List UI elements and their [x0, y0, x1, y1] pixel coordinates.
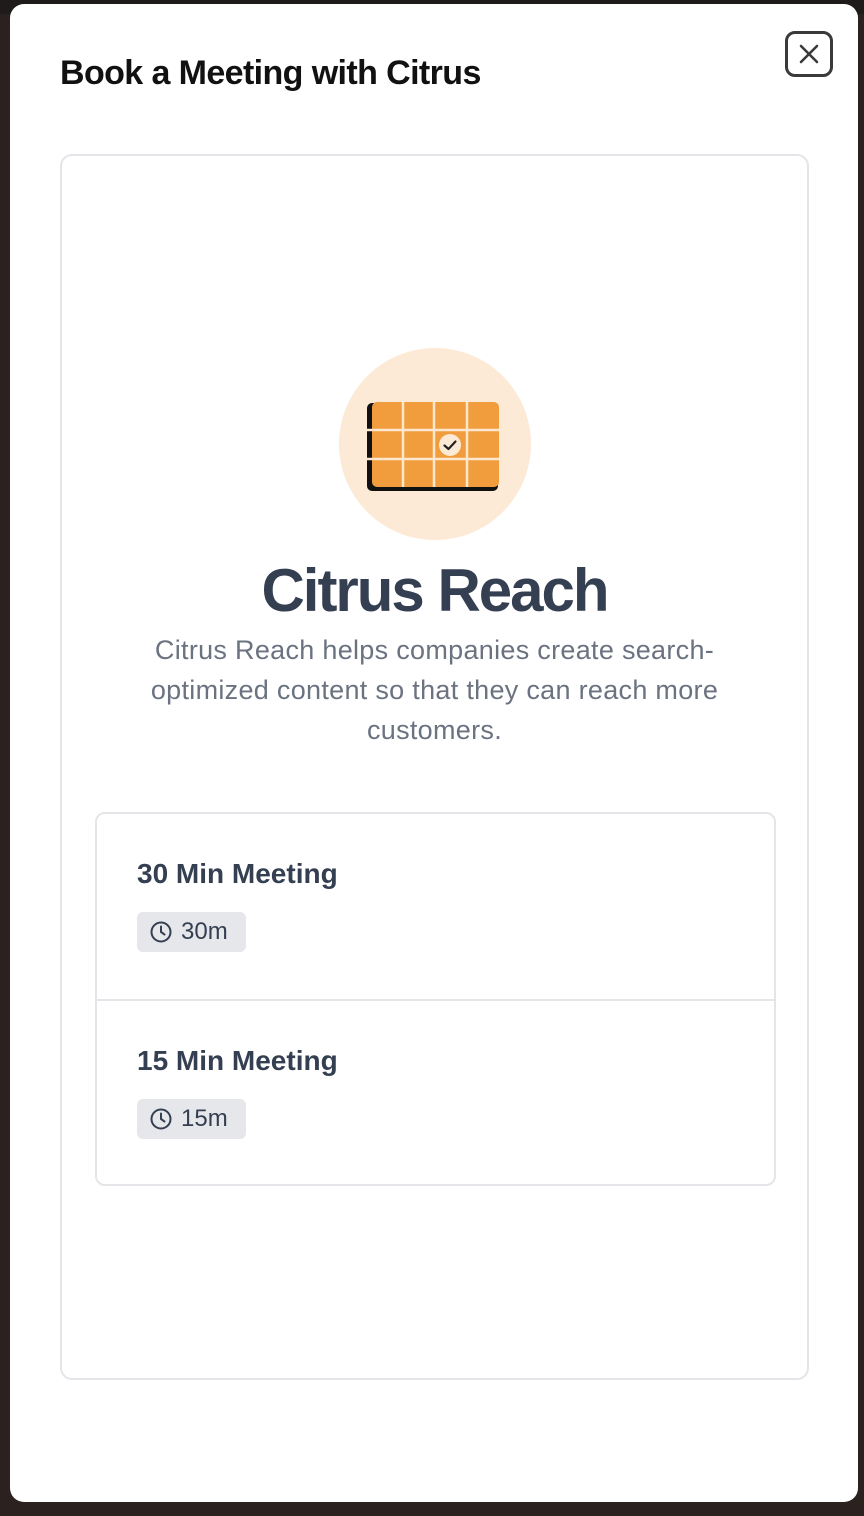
meeting-type-15-min[interactable]: 15 Min Meeting 15m: [97, 999, 774, 1184]
close-icon: [799, 44, 819, 64]
calendar-check-icon: [367, 402, 499, 491]
meeting-type-list: 30 Min Meeting 30m 15 Min Meeting 15m: [95, 812, 776, 1186]
booking-card: Citrus Reach Citrus Reach helps companie…: [60, 154, 809, 1380]
modal-title: Book a Meeting with Citrus: [60, 54, 481, 92]
meeting-name: 15 Min Meeting: [137, 1045, 338, 1076]
meeting-name: 30 Min Meeting: [137, 858, 338, 889]
duration-badge: 30m: [137, 912, 246, 952]
meeting-type-30-min[interactable]: 30 Min Meeting 30m: [97, 814, 774, 999]
duration-label: 15m: [181, 1105, 228, 1132]
close-button[interactable]: [785, 31, 833, 77]
clock-icon: [150, 1108, 172, 1130]
hero-avatar: [339, 348, 531, 540]
duration-badge: 15m: [137, 1099, 246, 1139]
profile-description: Citrus Reach helps companies create sear…: [150, 635, 719, 745]
profile-name: Citrus Reach: [261, 557, 609, 624]
duration-label: 30m: [181, 918, 228, 945]
clock-icon: [150, 921, 172, 943]
booking-modal: Book a Meeting with Citrus Citrus Reach …: [10, 4, 858, 1502]
